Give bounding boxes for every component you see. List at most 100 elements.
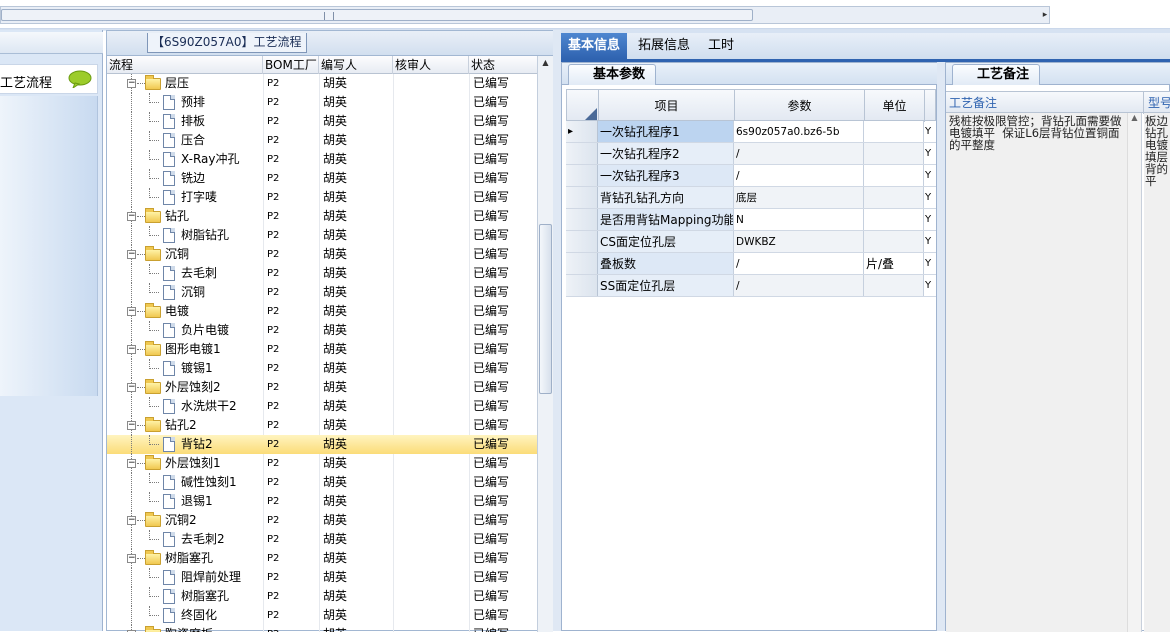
tree-row[interactable]: 阻焊前处理 P2 胡英 已编写 xyxy=(107,568,539,587)
param-value-cell[interactable]: / xyxy=(734,165,864,186)
tree-row[interactable]: 铣边 P2 胡英 已编写 xyxy=(107,169,539,188)
remarks-scrollbar[interactable]: ▲ xyxy=(1127,113,1141,632)
param-flag-cell[interactable]: Y xyxy=(924,253,936,274)
params-row[interactable]: CS面定位孔层 DWKBZ Y xyxy=(566,231,936,253)
tree-row[interactable]: − 钻孔 P2 胡英 已编写 xyxy=(107,207,539,226)
tab-basic-info[interactable]: 基本信息 xyxy=(561,33,628,59)
param-flag-cell[interactable]: Y xyxy=(924,231,936,252)
row-header[interactable] xyxy=(566,253,598,274)
tree-row[interactable]: − 沉铜2 P2 胡英 已编写 xyxy=(107,511,539,530)
tree-row[interactable]: 退锡1 P2 胡英 已编写 xyxy=(107,492,539,511)
column-header-unit[interactable]: 单位 xyxy=(865,90,925,122)
param-unit-cell[interactable] xyxy=(864,121,924,142)
tree-row[interactable]: 终固化 P2 胡英 已编写 xyxy=(107,606,539,625)
param-unit-cell[interactable] xyxy=(864,231,924,252)
tree-row[interactable]: − 沉铜 P2 胡英 已编写 xyxy=(107,245,539,264)
param-item-cell[interactable]: 一次钻孔程序3 xyxy=(598,165,734,186)
vertical-scrollbar[interactable]: ▲ xyxy=(537,56,553,632)
tree-row[interactable]: 背钻2 P2 胡英 已编写 xyxy=(107,435,539,454)
param-unit-cell[interactable] xyxy=(864,275,924,296)
splitter[interactable] xyxy=(937,62,945,631)
param-unit-cell[interactable] xyxy=(864,165,924,186)
row-header[interactable] xyxy=(566,209,598,230)
param-value-cell[interactable]: / xyxy=(734,143,864,164)
params-row[interactable]: 一次钻孔程序2/ Y xyxy=(566,143,936,165)
param-unit-cell[interactable]: 片/叠 xyxy=(864,253,924,274)
param-item-cell[interactable]: 一次钻孔程序1 xyxy=(598,121,734,142)
param-flag-cell[interactable]: Y xyxy=(924,187,936,208)
splitter[interactable] xyxy=(553,30,561,631)
tree-row[interactable]: − 树脂塞孔 P2 胡英 已编写 xyxy=(107,549,539,568)
scrollbar-thumb[interactable] xyxy=(539,224,552,394)
param-value-cell[interactable]: N xyxy=(734,209,864,230)
column-header-author[interactable]: 编写人 xyxy=(319,56,393,74)
collapse-toggle-icon[interactable]: − xyxy=(127,421,136,430)
tree-row[interactable]: − 外层蚀刻1 P2 胡英 已编写 xyxy=(107,454,539,473)
row-header[interactable] xyxy=(566,275,598,296)
column-header-remarks[interactable]: 工艺备注 xyxy=(946,92,1144,114)
params-row[interactable]: 叠板数 / 片/叠 Y xyxy=(566,253,936,275)
tree-row[interactable]: 排板 P2 胡英 已编写 xyxy=(107,112,539,131)
param-value-cell[interactable]: / xyxy=(734,275,864,296)
tree-row[interactable]: 预排 P2 胡英 已编写 xyxy=(107,93,539,112)
column-header-bom[interactable]: BOM工厂 xyxy=(263,56,319,74)
tree-row[interactable]: − 外层蚀刻2 P2 胡英 已编写 xyxy=(107,378,539,397)
param-flag-cell[interactable]: Y xyxy=(924,143,936,164)
collapse-toggle-icon[interactable]: − xyxy=(127,250,136,259)
column-header-status[interactable]: 状态 xyxy=(469,56,539,74)
scroll-right-arrow-icon[interactable]: ▸ xyxy=(1039,8,1051,22)
param-item-cell[interactable]: SS面定位孔层 xyxy=(598,275,734,296)
param-unit-cell[interactable] xyxy=(864,143,924,164)
param-flag-cell[interactable]: Y xyxy=(924,165,936,186)
param-unit-cell[interactable] xyxy=(864,209,924,230)
row-header[interactable] xyxy=(566,187,598,208)
tab-extended-info[interactable]: 拓展信息 xyxy=(631,33,697,59)
params-row[interactable]: 是否用背钻Mapping功能 N Y xyxy=(566,209,936,231)
tab-work-hours[interactable]: 工时 xyxy=(701,33,741,59)
tree-row[interactable]: 去毛刺2 P2 胡英 已编写 xyxy=(107,530,539,549)
tree-row[interactable]: 水洗烘干2 P2 胡英 已编写 xyxy=(107,397,539,416)
row-header[interactable] xyxy=(566,143,598,164)
tab-remarks[interactable]: 工艺备注 xyxy=(952,64,1041,85)
param-item-cell[interactable]: 叠板数 xyxy=(598,253,734,274)
tree-row[interactable]: X-Ray冲孔 P2 胡英 已编写 xyxy=(107,150,539,169)
param-item-cell[interactable]: CS面定位孔层 xyxy=(598,231,734,252)
tree-row[interactable]: − 层压 P2 胡英 已编写 xyxy=(107,74,539,93)
params-row[interactable]: 背钻孔钻孔方向 底层 Y xyxy=(566,187,936,209)
params-row[interactable]: ▸ 一次钻孔程序1 6s90z057a0.bz6-5b Y xyxy=(566,121,936,143)
param-value-cell[interactable]: DWKBZ xyxy=(734,231,864,252)
param-value-cell[interactable]: 底层 xyxy=(734,187,864,208)
tree-row[interactable]: 沉铜 P2 胡英 已编写 xyxy=(107,283,539,302)
param-value-cell[interactable]: 6s90z057a0.bz6-5b xyxy=(734,121,864,142)
collapse-toggle-icon[interactable]: − xyxy=(127,554,136,563)
collapse-toggle-icon[interactable]: − xyxy=(127,79,136,88)
horizontal-scrollbar[interactable]: ▸ xyxy=(0,6,1050,24)
param-item-cell[interactable]: 背钻孔钻孔方向 xyxy=(598,187,734,208)
remarks-cell[interactable]: 残桩按极限管控；背钻孔面需要做电镀填平 保证L6层背钻位置铜面的平整度 ▲ xyxy=(946,113,1142,632)
tree-row[interactable]: − 钻孔2 P2 胡英 已编写 xyxy=(107,416,539,435)
param-item-cell[interactable]: 一次钻孔程序2 xyxy=(598,143,734,164)
collapse-toggle-icon[interactable]: − xyxy=(127,383,136,392)
collapse-toggle-icon[interactable]: − xyxy=(127,345,136,354)
collapse-toggle-icon[interactable]: − xyxy=(127,516,136,525)
tree-row[interactable]: − 图形电镀1 P2 胡英 已编写 xyxy=(107,340,539,359)
tree-row[interactable]: 镀锡1 P2 胡英 已编写 xyxy=(107,359,539,378)
column-header-reviewer[interactable]: 核审人 xyxy=(393,56,469,74)
tree-row[interactable]: 树脂塞孔 P2 胡英 已编写 xyxy=(107,587,539,606)
tree-row[interactable]: 树脂钻孔 P2 胡英 已编写 xyxy=(107,226,539,245)
param-item-cell[interactable]: 是否用背钻Mapping功能 xyxy=(598,209,734,230)
collapse-toggle-icon[interactable]: − xyxy=(127,212,136,221)
model-cell[interactable]: 板边钻孔电镀填层背的平 xyxy=(1144,113,1170,632)
params-row[interactable]: 一次钻孔程序3/ Y xyxy=(566,165,936,187)
scroll-up-arrow-icon[interactable]: ▲ xyxy=(540,58,551,70)
tab-basic-params[interactable]: 基本参数 xyxy=(568,64,657,85)
row-header[interactable] xyxy=(566,165,598,186)
column-header-model[interactable]: 型号 xyxy=(1146,92,1170,114)
tree-row[interactable]: 压合 P2 胡英 已编写 xyxy=(107,131,539,150)
column-header-process[interactable]: 流程 xyxy=(107,56,263,74)
tree-row[interactable]: 碱性蚀刻1 P2 胡英 已编写 xyxy=(107,473,539,492)
row-header[interactable] xyxy=(566,231,598,252)
tree-row[interactable]: 负片电镀 P2 胡英 已编写 xyxy=(107,321,539,340)
tree-row[interactable]: 打字唛 P2 胡英 已编写 xyxy=(107,188,539,207)
params-row[interactable]: SS面定位孔层 / Y xyxy=(566,275,936,297)
